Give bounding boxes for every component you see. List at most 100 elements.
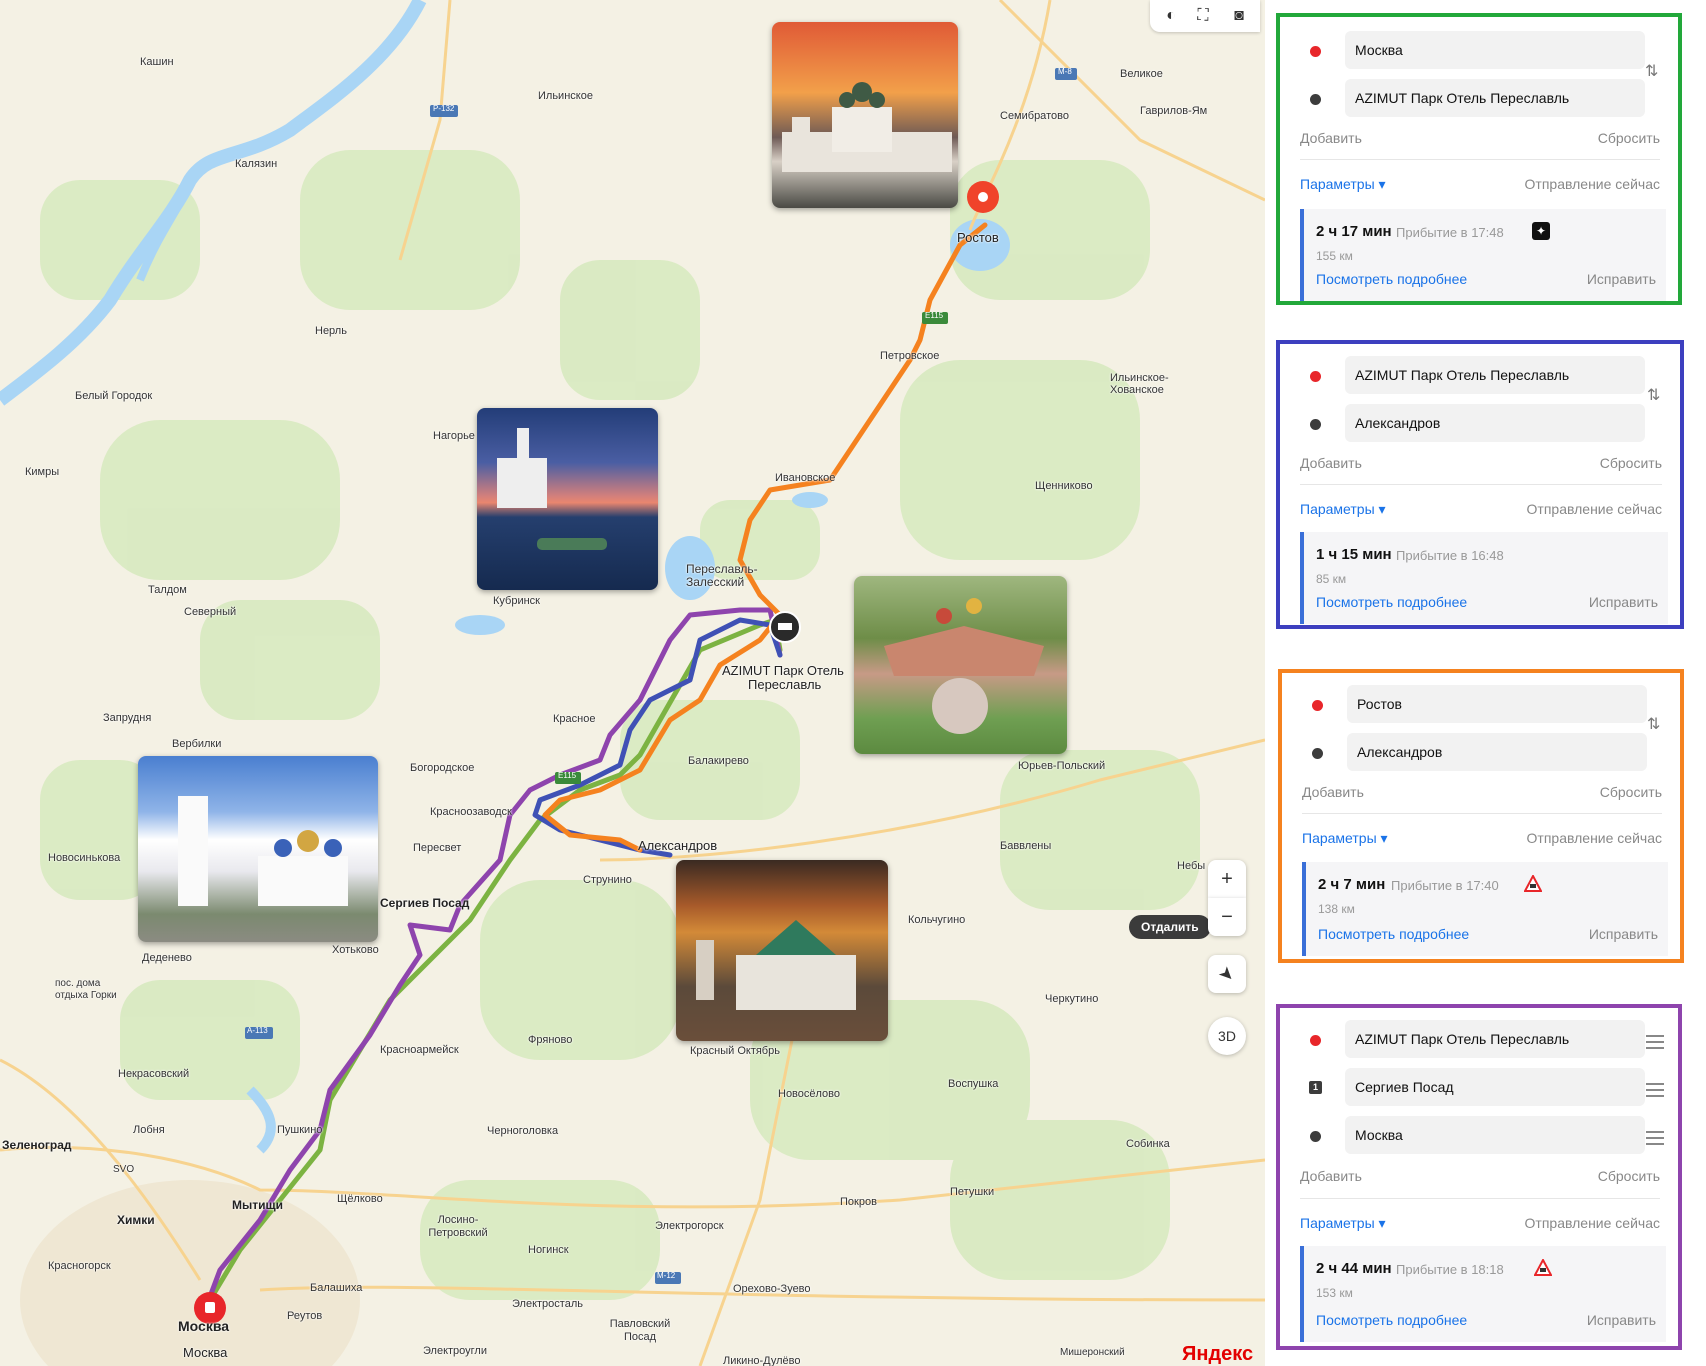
place-label: Фряново [528,1034,573,1046]
via-number-badge: 1 [1309,1081,1322,1094]
fix-link[interactable]: Исправить [1589,594,1658,610]
fix-link[interactable]: Исправить [1587,271,1656,287]
to-field[interactable]: Александров [1345,404,1645,442]
place-label: Покров [840,1196,877,1208]
monastery-silhouette-icon [696,920,856,1010]
departure-time[interactable]: Отправление сейчас [1525,1215,1660,1231]
zoom-out-label[interactable]: Отдалить [1129,915,1211,939]
azimut-hotel-photo[interactable] [854,576,1067,754]
place-label: Запрудня [103,712,152,724]
add-point-button[interactable]: Добавить [1300,455,1362,471]
place-label: Нагорье [433,430,475,442]
navigation-arrow-icon: ➤ [1214,961,1240,987]
details-link[interactable]: Посмотреть подробнее [1316,594,1467,610]
route-panel-2: AZIMUT Парк Отель Переславль Александров… [1276,340,1684,629]
from-field[interactable]: AZIMUT Парк Отель Переславль [1345,1020,1645,1058]
place-label: Великое [1120,68,1163,80]
place-label: Кольчугино [908,914,966,926]
sergiev-posad-photo[interactable] [138,756,378,942]
place-label: Деденево [142,952,192,964]
zoom-out-button[interactable]: − [1208,898,1246,936]
place-label: Мытищи [232,1198,283,1212]
route-distance: 85 км [1316,572,1347,586]
place-label: Небы [1177,860,1206,872]
route-panel-3: Ростов Александров ⇅ Добавить Сбросить П… [1278,669,1684,963]
add-point-button[interactable]: Добавить [1300,130,1362,146]
drag-handle-icon[interactable] [1646,1035,1664,1049]
road-works-icon [1523,873,1543,893]
rostov-kremlin-photo[interactable] [772,22,958,208]
swap-icon[interactable]: ⇅ [1647,385,1660,405]
to-field[interactable]: Москва [1345,1116,1645,1154]
parameters-dropdown[interactable]: Параметры ▾ [1300,501,1386,518]
reset-button[interactable]: Сбросить [1600,784,1662,800]
place-label: Юрьев-Польский [1018,760,1106,772]
add-point-button[interactable]: Добавить [1302,784,1364,800]
departure-time[interactable]: Отправление сейчас [1527,501,1662,517]
parameters-dropdown[interactable]: Параметры ▾ [1302,830,1388,847]
route-result[interactable]: 2 ч 44 мин Прибытие в 18:18 153 км Посмо… [1300,1246,1666,1342]
departure-time[interactable]: Отправление сейчас [1527,830,1662,846]
layers-icon[interactable]: ◐ [1160,5,1182,27]
departure-time[interactable]: Отправление сейчас [1525,176,1660,192]
map-view[interactable]: P-132 M-8 E115 E115 A-113 M-12 Кашин Кал… [0,0,1265,1366]
road-badge: P-132 [433,104,455,113]
place-label: Воспушка [948,1078,999,1090]
swap-icon[interactable]: ⇅ [1645,61,1658,81]
hotel-aerial-icon [884,598,1044,734]
locate-me-button[interactable]: ➤ [1208,955,1246,993]
parameters-dropdown[interactable]: Параметры ▾ [1300,176,1386,193]
alexandrov-kremlin-photo[interactable] [676,860,888,1041]
details-link[interactable]: Посмотреть подробнее [1316,271,1467,287]
drag-handle-icon[interactable] [1646,1131,1664,1145]
lavra-silhouette-icon [178,796,348,906]
kremlin-silhouette-icon [782,82,952,172]
fix-link[interactable]: Исправить [1589,926,1658,942]
divider [1300,484,1662,485]
to-field[interactable]: AZIMUT Парк Отель Переславль [1345,79,1645,117]
details-link[interactable]: Посмотреть подробнее [1316,1312,1467,1328]
place-label: Собинка [1126,1138,1170,1150]
place-label: Кубринск [493,595,540,607]
road-works-icon [1533,1257,1553,1277]
place-label: Черкутино [1045,993,1099,1005]
reset-button[interactable]: Сбросить [1600,455,1662,471]
route-result[interactable]: 2 ч 7 мин Прибытие в 17:40 138 км Посмот… [1302,862,1668,956]
camera-icon[interactable]: ◙ [1228,5,1250,27]
place-label: Кашин [140,56,174,68]
place-label: Талдом [148,584,187,596]
details-link[interactable]: Посмотреть подробнее [1318,926,1469,942]
place-label: Красноозаводск [430,806,512,818]
swap-icon[interactable]: ⇅ [1647,714,1660,734]
parameters-dropdown[interactable]: Параметры ▾ [1300,1215,1386,1232]
from-field[interactable]: AZIMUT Парк Отель Переславль [1345,356,1645,394]
place-label: Ильинское-Хованское [1110,372,1169,396]
pereslavl-church-photo[interactable] [477,408,658,590]
add-point-button[interactable]: Добавить [1300,1168,1362,1184]
place-label: Петровское [880,350,940,362]
place-label: Богородское [410,762,475,774]
route-label-hotel-line2: Переславль [748,677,822,692]
place-label: Ногинск [528,1244,569,1256]
reset-button[interactable]: Сбросить [1598,1168,1660,1184]
from-field[interactable]: Ростов [1347,685,1647,723]
to-field[interactable]: Александров [1347,733,1647,771]
end-point-icon [1310,94,1321,105]
place-label: Лобня [133,1124,165,1136]
map-toolbar: ◐ ⛶ ◙ [1150,0,1260,32]
route-distance: 155 км [1316,249,1353,263]
place-label: Пушкино [277,1124,323,1136]
place-label: Кимры [25,466,60,478]
reset-button[interactable]: Сбросить [1598,130,1660,146]
place-label: Электроугли [423,1345,487,1357]
from-field[interactable]: Москва [1345,31,1645,69]
drag-handle-icon[interactable] [1646,1083,1664,1097]
route-result[interactable]: 2 ч 17 мин Прибытие в 17:48 ✦ 155 км Пос… [1300,209,1666,301]
route-result[interactable]: 1 ч 15 мин Прибытие в 16:48 85 км Посмот… [1300,532,1668,624]
zoom-in-button[interactable]: + [1208,860,1246,898]
fix-link[interactable]: Исправить [1587,1312,1656,1328]
panorama-icon[interactable]: ⛶ [1192,5,1214,27]
3d-button[interactable]: 3D [1208,1017,1246,1055]
via-field[interactable]: Сергиев Посад [1345,1068,1645,1106]
route-label-hotel-line1: AZIMUT Парк Отель [722,663,844,678]
